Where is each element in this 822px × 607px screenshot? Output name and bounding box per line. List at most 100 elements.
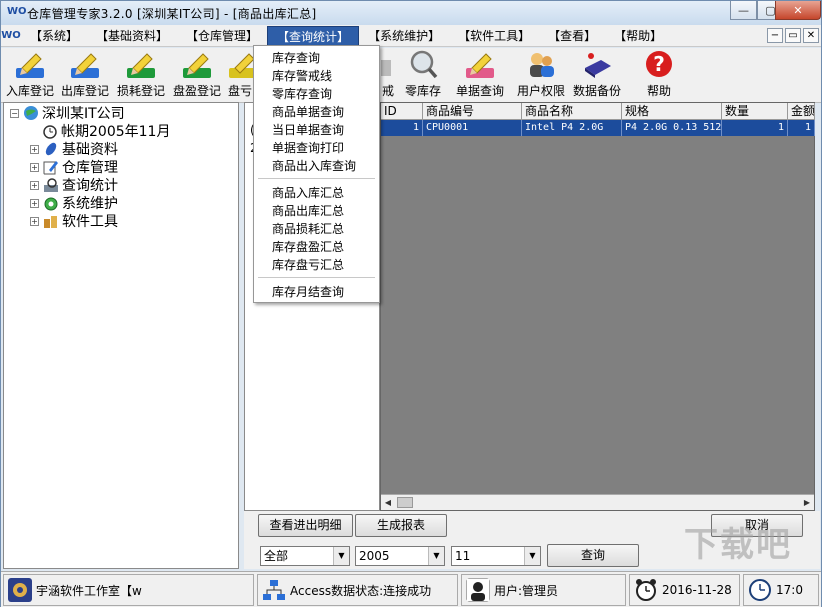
- toolbar: 入库登记 出库登记 损耗登记 盘盈登记 盘亏 戒 零库存 单据查询 用户权限 数…: [1, 48, 821, 103]
- warning-label: 戒: [381, 84, 394, 98]
- zero-stock-label: 零库存: [404, 84, 441, 98]
- menu-separator: [258, 178, 375, 179]
- warning-button[interactable]: 戒: [381, 50, 395, 100]
- menu-item-loss-summary[interactable]: 商品损耗汇总: [272, 220, 344, 238]
- surplus-label: 盘盈登记: [172, 84, 221, 98]
- menu-item-stock-query[interactable]: 库存查询: [272, 49, 320, 67]
- year-select[interactable]: 2005 ▼: [355, 546, 445, 566]
- menu-item-goods-doc-query[interactable]: 商品单据查询: [272, 103, 344, 121]
- menu-item-shortage-summary[interactable]: 库存盘亏汇总: [272, 256, 344, 274]
- tree-root[interactable]: − 深圳某IT公司: [10, 104, 125, 122]
- collapse-icon[interactable]: −: [10, 108, 19, 118]
- inbound-button[interactable]: 入库登记: [5, 50, 55, 100]
- menu-maintenance[interactable]: 【系统维护】: [359, 26, 449, 46]
- menu-item-inbound-summary[interactable]: 商品入库汇总: [272, 184, 344, 202]
- doc-query-button[interactable]: 单据查询: [453, 50, 507, 100]
- zero-stock-button[interactable]: 零库存: [401, 50, 445, 100]
- query-button[interactable]: 查询: [547, 544, 639, 567]
- help-label: 帮助: [646, 84, 671, 98]
- backup-button[interactable]: 数据备份: [571, 50, 623, 100]
- shortage-button[interactable]: 盘亏: [227, 50, 253, 100]
- tree-node-basic-data[interactable]: + 基础资料: [30, 140, 118, 158]
- scope-select[interactable]: 全部 ▼: [260, 546, 350, 566]
- expand-icon[interactable]: +: [30, 162, 39, 172]
- column-header-code[interactable]: 商品编号: [423, 103, 522, 120]
- column-header-qty[interactable]: 数量: [722, 103, 788, 120]
- chevron-down-icon[interactable]: ▼: [333, 547, 349, 565]
- outbound-label: 出库登记: [60, 84, 109, 98]
- month-select[interactable]: 11 ▼: [451, 546, 541, 566]
- scroll-thumb[interactable]: [397, 497, 413, 508]
- loss-button[interactable]: 损耗登记: [115, 50, 167, 100]
- data-grid[interactable]: ID 商品编号 商品名称 规格 数量 金额 1 CPU0001 Intel P4…: [380, 102, 815, 511]
- menu-logo-icon: WO: [1, 30, 21, 41]
- loss-label: 损耗登记: [116, 84, 165, 98]
- help-button[interactable]: ? 帮助: [641, 50, 677, 100]
- view-detail-button[interactable]: 查看进出明细: [258, 514, 353, 537]
- horizontal-scrollbar[interactable]: ◀ ▶: [381, 494, 814, 510]
- cell-name: Intel P4 2.0G: [522, 120, 622, 136]
- minimize-button[interactable]: —: [730, 1, 757, 20]
- generate-report-button[interactable]: 生成报表: [355, 514, 447, 537]
- tree-node-label: 仓库管理: [62, 160, 118, 176]
- outbound-pencil-icon: [71, 53, 99, 78]
- close-button[interactable]: ✕: [775, 1, 821, 20]
- chevron-down-icon[interactable]: ▼: [524, 547, 540, 565]
- expand-icon[interactable]: +: [30, 180, 39, 190]
- menu-query-stats[interactable]: 【查询统计】: [267, 25, 360, 46]
- menu-warehouse[interactable]: 【仓库管理】: [177, 26, 267, 46]
- expand-icon[interactable]: +: [30, 144, 39, 154]
- users-icon: [530, 53, 554, 77]
- menu-tools[interactable]: 【软件工具】: [449, 26, 539, 46]
- menu-item-outbound-summary[interactable]: 商品出库汇总: [272, 202, 344, 220]
- menu-item-inout-query[interactable]: 商品出入库查询: [272, 157, 356, 175]
- column-header-id[interactable]: ID: [381, 103, 423, 120]
- grid-header: ID 商品编号 商品名称 规格 数量 金额: [381, 103, 815, 120]
- table-row[interactable]: 1 CPU0001 Intel P4 2.0G P4 2.0G 0.13 512…: [381, 120, 815, 136]
- doc-query-label: 单据查询: [455, 84, 504, 98]
- mdi-close-button[interactable]: ✕: [803, 28, 819, 43]
- chevron-down-icon[interactable]: ▼: [428, 547, 444, 565]
- user-permission-button[interactable]: 用户权限: [515, 50, 567, 100]
- menu-view[interactable]: 【查看】: [539, 26, 605, 46]
- menu-item-today-doc-query[interactable]: 当日单据查询: [272, 121, 344, 139]
- mdi-restore-button[interactable]: ▭: [785, 28, 801, 43]
- expand-icon[interactable]: +: [30, 216, 39, 226]
- tools-icon: [44, 216, 57, 228]
- mdi-minimize-button[interactable]: −: [767, 28, 783, 43]
- scroll-left-icon[interactable]: ◀: [381, 496, 395, 510]
- menu-help[interactable]: 【帮助】: [605, 26, 671, 46]
- menu-item-doc-print[interactable]: 单据查询打印: [272, 139, 344, 157]
- cell-qty: 1: [722, 120, 788, 136]
- status-db-text: Access数据状态:连接成功: [290, 583, 432, 598]
- tree-node-warehouse[interactable]: + 仓库管理: [30, 158, 118, 176]
- status-user-text: 用户:管理员: [494, 583, 559, 598]
- column-header-name[interactable]: 商品名称: [522, 103, 622, 120]
- status-time-text: 17:0: [776, 583, 803, 597]
- window-title: 仓库管理专家3.2.0 [深圳某IT公司] - [商品出库汇总]: [27, 6, 317, 21]
- tree-node-tools[interactable]: + 软件工具: [30, 212, 118, 230]
- tree-period-label: 帐期2005年11月: [61, 124, 171, 140]
- globe-icon: [24, 106, 38, 120]
- menu-item-monthly-stock[interactable]: 库存月结查询: [272, 283, 344, 301]
- menu-item-surplus-summary[interactable]: 库存盘盈汇总: [272, 238, 344, 256]
- navigation-tree[interactable]: − 深圳某IT公司 帐期2005年11月 + 基础资料 + 仓库管理 + 查询统…: [3, 102, 239, 569]
- cell-id: 1: [381, 120, 423, 136]
- expand-icon[interactable]: +: [30, 198, 39, 208]
- tree-node-maintenance[interactable]: + 系统维护: [30, 194, 118, 212]
- user-permission-label: 用户权限: [516, 84, 565, 98]
- column-header-amount[interactable]: 金额: [788, 103, 815, 120]
- menu-basic-data[interactable]: 【基础资料】: [87, 26, 177, 46]
- tree-period[interactable]: 帐期2005年11月: [42, 122, 170, 140]
- menu-item-stock-alert[interactable]: 库存警戒线: [272, 67, 332, 85]
- menu-item-zero-stock[interactable]: 零库存查询: [272, 85, 332, 103]
- help-icon: ?: [646, 51, 672, 77]
- scroll-right-icon[interactable]: ▶: [800, 496, 814, 510]
- surplus-button[interactable]: 盘盈登记: [171, 50, 223, 100]
- menu-system[interactable]: 【系统】: [21, 26, 87, 46]
- title-bar[interactable]: WO 仓库管理专家3.2.0 [深圳某IT公司] - [商品出库汇总]: [1, 1, 821, 25]
- column-header-spec[interactable]: 规格: [622, 103, 722, 120]
- loss-pencil-icon: [127, 53, 155, 78]
- tree-node-query[interactable]: + 查询统计: [30, 176, 118, 194]
- outbound-button[interactable]: 出库登记: [59, 50, 111, 100]
